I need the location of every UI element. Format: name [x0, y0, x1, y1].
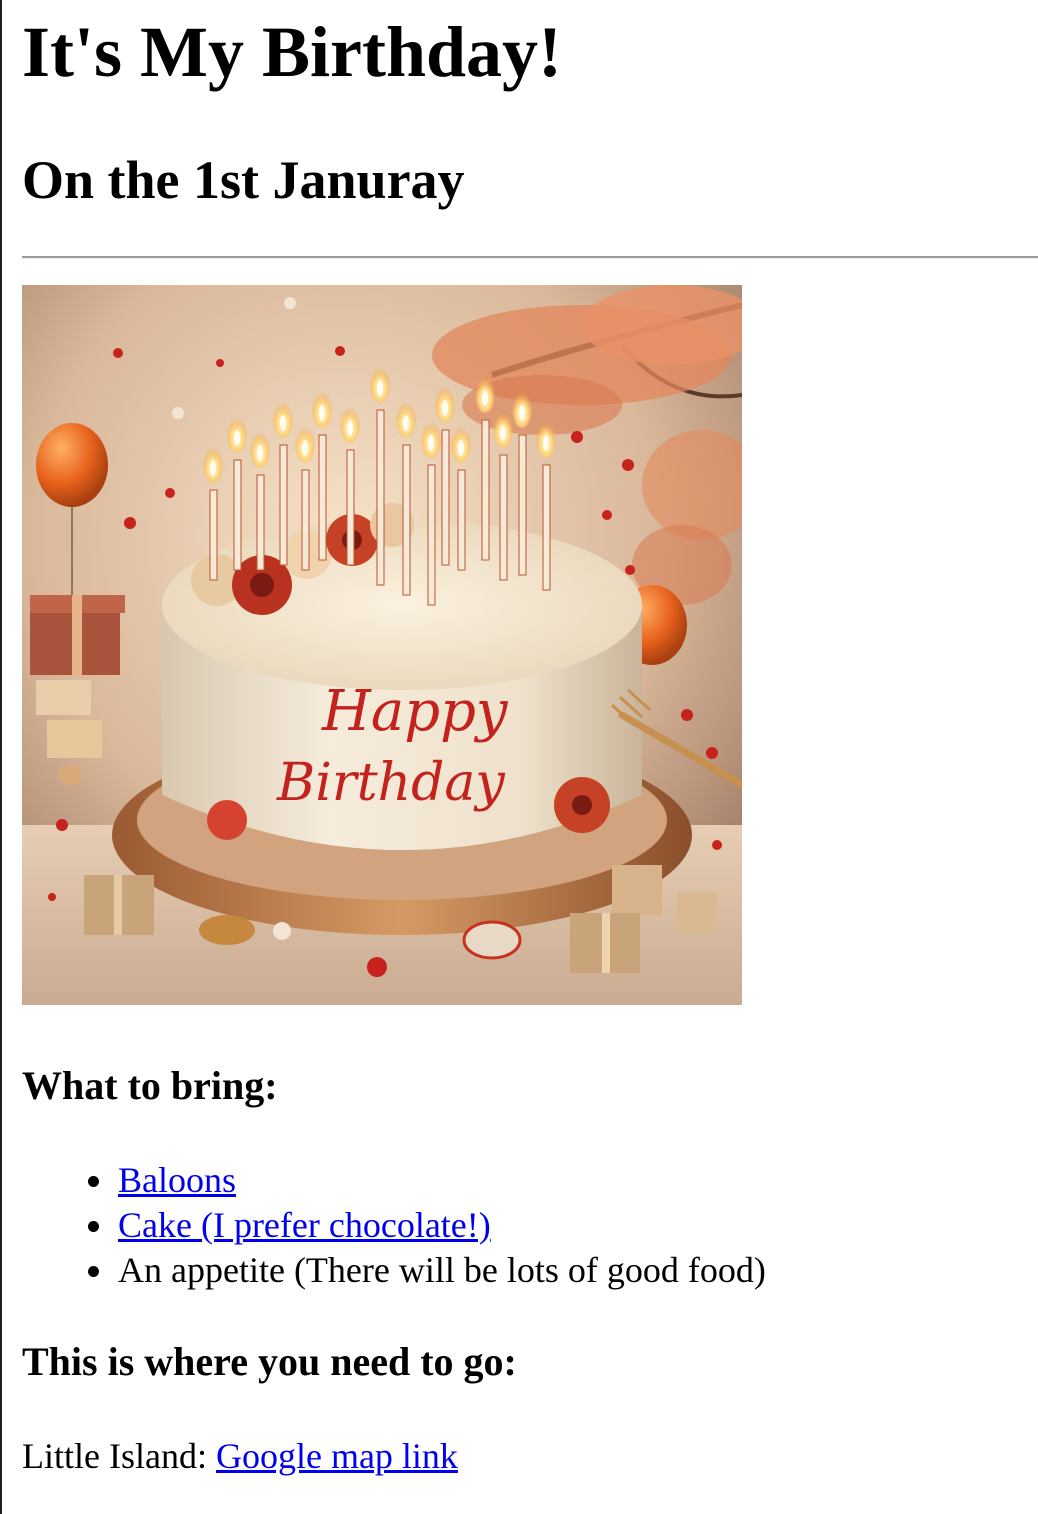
window-left-border: [0, 0, 2, 1514]
cake-link[interactable]: Cake (I prefer chocolate!): [118, 1205, 491, 1245]
what-to-bring-heading: What to bring:: [22, 1063, 278, 1108]
google-map-link[interactable]: Google map link: [216, 1436, 458, 1476]
bullet-icon: [88, 1266, 99, 1277]
list-item: An appetite (There will be lots of good …: [88, 1248, 766, 1293]
bullet-icon: [88, 1176, 99, 1187]
where-to-go-heading: This is where you need to go:: [22, 1339, 517, 1384]
location-line: Little Island: Google map link: [22, 1434, 458, 1479]
page-title: It's My Birthday!: [22, 12, 562, 92]
baloons-link[interactable]: Baloons: [118, 1160, 236, 1200]
bring-list: Baloons Cake (I prefer chocolate!) An ap…: [22, 1158, 766, 1293]
cake-text-birthday: Birthday: [276, 753, 505, 813]
horizontal-rule: [22, 256, 1038, 259]
list-item: Baloons: [88, 1158, 766, 1203]
cake-text-happy: Happy: [321, 679, 509, 744]
bullet-icon: [88, 1221, 99, 1232]
birthday-cake-image: Happy Birthday: [22, 285, 742, 1005]
appetite-text: An appetite (There will be lots of good …: [118, 1250, 766, 1290]
page-subtitle: On the 1st Januray: [22, 150, 465, 210]
location-place: Little Island:: [22, 1436, 216, 1476]
list-item: Cake (I prefer chocolate!): [88, 1203, 766, 1248]
